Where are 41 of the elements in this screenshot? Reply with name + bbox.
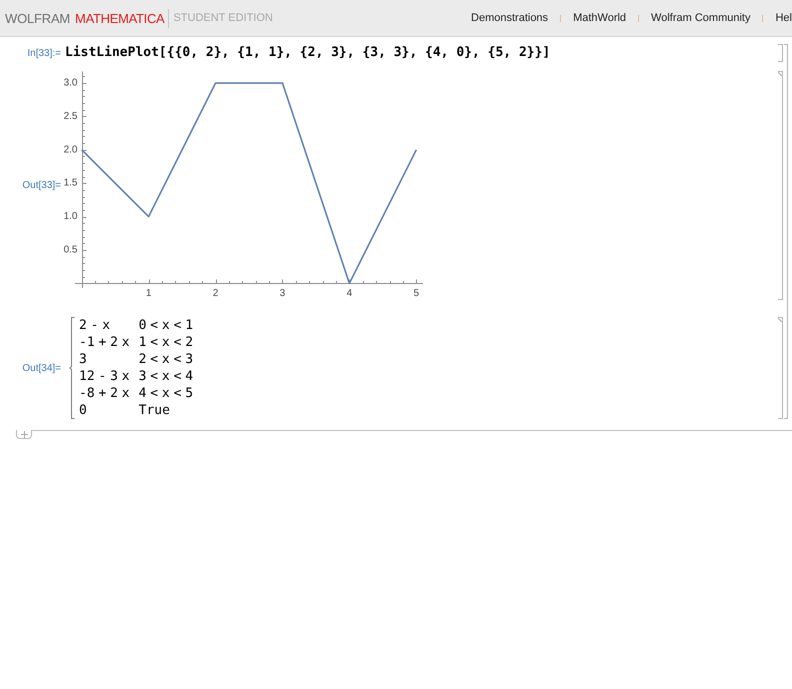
tick-label: 3 [280,288,286,299]
nav-link[interactable]: Hel [775,12,792,24]
cell-bracket[interactable] [778,44,783,62]
expression-cell: 2 - x [79,317,110,334]
tick-label: 2.5 [64,110,78,122]
condition-cell: 0 < x < 1 [138,317,194,334]
condition-cell: True [138,402,170,419]
plus-icon [20,430,28,438]
cell-label: In[33]:= [27,48,61,58]
tick-label: 5 [414,288,420,299]
brace-icon [69,317,75,419]
condition-cell: 4 < x < 5 [138,385,194,402]
tick-label: 3.0 [64,78,78,89]
nav-link[interactable]: Demonstrations [471,12,548,24]
input-code[interactable]: ListLinePlot[{{0, 2}, {1, 1}, {2, 3}, {3, 3}, {4, 0}, {5, 2}}] [65,44,550,62]
tick-label: 0.5 [64,244,78,256]
tick-label: 1 [146,288,152,299]
edition-label: STUDENT EDITION [173,12,273,24]
tick-label: 4 [346,288,352,299]
nav-link[interactable]: MathWorld [573,12,626,24]
expression-cell: -1 + 2 x [79,334,130,351]
cell-label: Out[33]= [22,180,61,191]
expression-cell: -8 + 2 x [79,385,130,402]
expression-cell: 0 [79,402,87,419]
tick-label: 2.0 [64,144,78,156]
condition-cell: 2 < x < 3 [138,351,194,368]
cell-label: Out[34]= [22,362,61,374]
expression-cell: 12 - 3 x [79,368,130,385]
brand-name: WOLFRAM [5,10,70,26]
nav-link[interactable]: Wolfram Community [651,12,750,24]
condition-cell: 1 < x < 2 [138,334,194,351]
tick-label: 1.0 [64,211,78,222]
cell-bracket[interactable] [778,317,783,419]
tick-label: 1.5 [64,178,78,189]
expression-cell: 3 [79,351,87,368]
product-name: MATHEMATICA [75,10,164,26]
tick-label: 2 [212,288,218,299]
condition-cell: 3 < x < 4 [138,368,194,385]
cell-bracket[interactable] [778,71,783,300]
group-bracket[interactable] [784,44,788,419]
add-cell-button[interactable] [16,430,32,439]
